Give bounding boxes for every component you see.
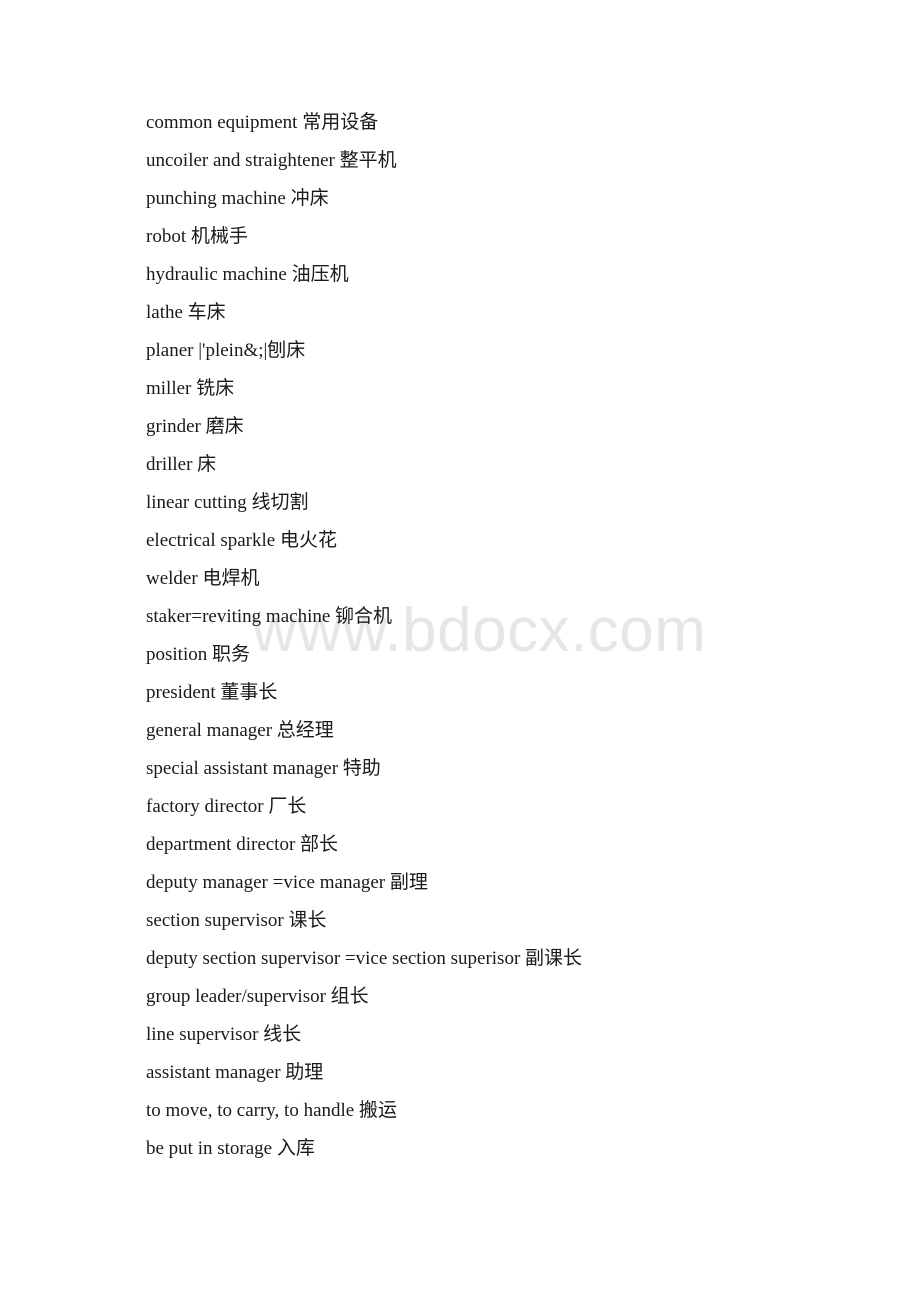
list-item: grinder 磨床 (146, 416, 244, 437)
list-item: section supervisor 课长 (146, 910, 327, 931)
list-item: driller 床 (146, 454, 217, 475)
document-page: www.bdocx.com common equipment 常用设备 unco… (0, 0, 920, 1302)
list-item: to move, to carry, to handle 搬运 (146, 1100, 397, 1121)
list-item: position 职务 (146, 644, 250, 665)
glossary-list: common equipment 常用设备 uncoiler and strai… (146, 104, 846, 1168)
list-item: lathe 车床 (146, 302, 226, 323)
list-item: electrical sparkle 电火花 (146, 530, 337, 551)
list-item: planer |'plein&;|刨床 (146, 340, 306, 361)
list-item: hydraulic machine 油压机 (146, 264, 349, 285)
list-item: line supervisor 线长 (146, 1024, 302, 1045)
list-item: general manager 总经理 (146, 720, 334, 741)
list-item: president 董事长 (146, 682, 278, 703)
list-item: assistant manager 助理 (146, 1062, 324, 1083)
list-item: staker=reviting machine 铆合机 (146, 606, 393, 627)
list-item: group leader/supervisor 组长 (146, 986, 369, 1007)
list-item: punching machine 冲床 (146, 188, 329, 209)
list-item: department director 部长 (146, 834, 339, 855)
list-item: robot 机械手 (146, 226, 248, 247)
list-item: miller 铣床 (146, 378, 235, 399)
list-item: be put in storage 入库 (146, 1138, 315, 1159)
list-item: linear cutting 线切割 (146, 492, 309, 513)
list-item: common equipment 常用设备 (146, 112, 379, 133)
list-item: uncoiler and straightener 整平机 (146, 150, 397, 171)
list-item: welder 电焊机 (146, 568, 260, 589)
list-item: special assistant manager 特助 (146, 758, 381, 779)
list-item: deputy section supervisor =vice section … (146, 948, 583, 969)
list-item: factory director 厂长 (146, 796, 307, 817)
list-item: deputy manager =vice manager 副理 (146, 872, 428, 893)
